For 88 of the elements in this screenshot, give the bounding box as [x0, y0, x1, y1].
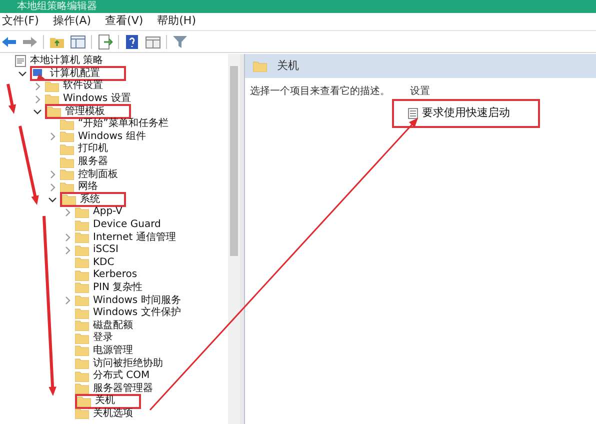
collapsed-chevron-icon[interactable] — [33, 82, 42, 91]
folder-icon — [75, 332, 89, 344]
folder-icon — [47, 106, 61, 118]
tree-item[interactable]: 系统 — [80, 194, 100, 206]
folder-icon — [75, 320, 89, 332]
folder-icon — [75, 383, 89, 394]
annotation-arrow — [6, 84, 16, 114]
collapsed-chevron-icon[interactable] — [63, 246, 72, 255]
export-icon[interactable] — [97, 34, 113, 50]
folder-icon — [75, 282, 89, 294]
document-icon — [15, 55, 26, 68]
folder-icon — [60, 131, 74, 142]
tree-item[interactable]: 关机选项 — [93, 408, 133, 420]
tree-item[interactable]: 电源管理 — [93, 344, 133, 357]
tree-item[interactable]: App-V — [93, 206, 122, 218]
menu-item[interactable]: 帮助(H) — [157, 13, 196, 30]
folder-icon — [75, 295, 89, 306]
tree-item[interactable]: 软件设置 — [63, 80, 103, 92]
folder-icon — [75, 345, 89, 356]
folder-icon — [77, 396, 91, 407]
collapsed-chevron-icon[interactable] — [63, 296, 72, 306]
folder-icon — [62, 194, 76, 206]
collapsed-chevron-icon[interactable] — [63, 208, 72, 217]
filter-icon[interactable] — [172, 34, 188, 50]
tree-item[interactable]: 计算机配置 — [50, 68, 100, 80]
tree-view-icon[interactable] — [70, 34, 86, 50]
folder-icon — [60, 182, 74, 193]
tree-item[interactable]: Kerberos — [93, 269, 138, 282]
setting-item[interactable]: 要求使用快速启动 — [422, 105, 510, 122]
folder-icon — [60, 144, 74, 155]
expanded-chevron-icon[interactable] — [48, 195, 57, 204]
tree-item[interactable]: KDC — [93, 256, 114, 269]
folder-icon — [253, 60, 267, 72]
menu-item[interactable]: 查看(V) — [105, 13, 144, 30]
folder-icon — [75, 244, 89, 256]
tree-item[interactable]: 关机 — [95, 395, 115, 408]
tree-item[interactable]: 访问被拒绝协助 — [93, 358, 163, 370]
column-header: 设置 — [410, 84, 431, 99]
tree-item[interactable]: 打印机 — [78, 143, 108, 156]
folder-icon — [75, 408, 89, 420]
policy-setting-icon — [408, 108, 418, 119]
description-text: 选择一个项目来查看它的描述。 — [249, 84, 391, 99]
tree-item[interactable]: Internet 通信管理 — [93, 232, 176, 244]
tree-item[interactable]: 磁盘配额 — [93, 320, 133, 332]
folder-icon — [75, 257, 89, 268]
folder-icon — [75, 220, 89, 231]
tree-item[interactable]: iSCSI — [93, 244, 118, 256]
tree-item[interactable]: 网络 — [78, 181, 98, 194]
folder-icon — [75, 270, 89, 281]
tree-item[interactable]: 服务器管理器 — [93, 382, 153, 395]
folder-icon — [75, 358, 89, 370]
menu-item[interactable]: 操作(A) — [52, 13, 92, 30]
folder-icon — [75, 206, 89, 218]
collapsed-chevron-icon[interactable] — [48, 170, 57, 180]
tree-item[interactable]: Device Guard — [93, 219, 161, 232]
collapsed-chevron-icon[interactable] — [63, 233, 72, 242]
tree-item[interactable]: Windows 文件保护 — [93, 307, 181, 320]
computer-icon — [32, 68, 46, 80]
tree-item[interactable]: PIN 复杂性 — [93, 282, 143, 294]
tree-item[interactable]: 本地计算机 策略 — [30, 55, 104, 68]
folder-icon — [45, 94, 59, 105]
window-title: 本地组策略编辑器 — [16, 1, 97, 12]
folder-icon — [45, 80, 59, 92]
tree-item[interactable]: Windows 时间服务 — [93, 294, 181, 307]
collapsed-chevron-icon[interactable] — [48, 182, 57, 192]
collapsed-chevron-icon[interactable] — [48, 132, 57, 142]
header-title: 关机 — [277, 58, 299, 74]
tree-item[interactable]: 分布式 COM — [93, 370, 150, 382]
folder-icon — [60, 156, 74, 168]
tree-item[interactable]: 控制面板 — [78, 168, 118, 181]
properties-view-icon[interactable] — [145, 34, 161, 50]
tree-item[interactable]: 登录 — [93, 332, 113, 344]
expanded-chevron-icon[interactable] — [33, 107, 42, 116]
tree-item[interactable]: 服务器 — [78, 156, 108, 168]
folder-icon — [75, 370, 89, 382]
collapsed-chevron-icon[interactable] — [33, 94, 42, 104]
expanded-chevron-icon[interactable] — [18, 69, 27, 78]
tree-item[interactable]: Windows 组件 — [78, 130, 146, 143]
folder-icon — [75, 232, 89, 244]
help-icon[interactable] — [124, 34, 140, 50]
folder-icon — [60, 118, 74, 130]
menu-item[interactable]: 文件(F) — [2, 13, 39, 30]
tree-item[interactable]: “开始”菜单和任务栏 — [78, 118, 168, 130]
tree-item[interactable]: Windows 设置 — [63, 93, 131, 106]
tree-item[interactable]: 管理模板 — [65, 106, 105, 118]
folder-icon — [60, 169, 74, 180]
folder-icon — [75, 308, 89, 319]
scrollbar[interactable] — [228, 54, 240, 424]
